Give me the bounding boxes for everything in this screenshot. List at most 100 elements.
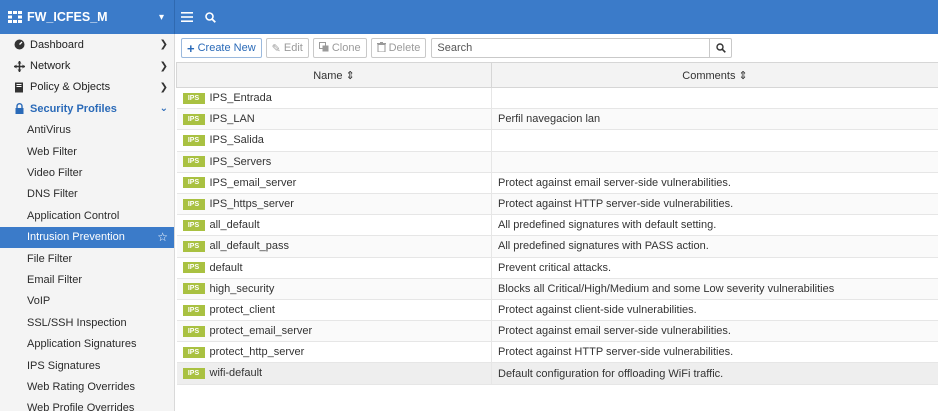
ips-badge: IPS [182, 92, 205, 104]
ips-badge: IPS [182, 283, 205, 295]
top-bar: FW_ICFES_M ▾ [0, 0, 938, 34]
ips-badge: IPS [182, 113, 205, 125]
table-row[interactable]: IPS IPS_Salida [176, 129, 938, 152]
sidebar: Dashboard ❯ Network ❯ Policy & Objects ❯… [0, 34, 175, 411]
sidebar-item-ssl-ssh-inspection[interactable]: SSL/SSH Inspection [0, 312, 174, 333]
table-row[interactable]: IPS wifi-default Default configuration for… [176, 362, 938, 385]
ips-badge: IPS [182, 135, 205, 147]
create-new-button[interactable]: + Create New [181, 38, 262, 58]
table-row[interactable]: IPS high_security Blocks all Critical/High… [176, 278, 938, 300]
sidebar-item-ips-signatures[interactable]: IPS Signatures [0, 355, 174, 376]
search-button[interactable] [709, 39, 731, 57]
sidebar-item-network[interactable]: Network ❯ [0, 55, 174, 76]
profile-name: high_security [209, 282, 275, 295]
profile-name-cell: IPS all_default_pass [176, 235, 492, 258]
sidebar-item-dns-filter[interactable]: DNS Filter [0, 184, 174, 205]
sidebar-item-web-rating-overrides[interactable]: Web Rating Overrides [0, 376, 174, 397]
clone-button[interactable]: Clone [312, 38, 367, 58]
clone-icon [318, 41, 329, 55]
profile-comment: Protect against HTTP server-side vulnera… [491, 193, 938, 216]
ips-badge: IPS [182, 262, 205, 274]
profile-name: IPS_Servers [209, 155, 272, 168]
lock-icon [12, 103, 26, 115]
profile-comment: Perfil navegacion lan [491, 108, 938, 131]
profile-name: wifi-default [209, 367, 263, 380]
table-row[interactable]: IPS IPS_Entrada [176, 87, 938, 110]
column-header-name[interactable]: Name ⇕ [176, 62, 492, 88]
profile-name: protect_http_server [209, 346, 305, 359]
policy-icon [12, 82, 26, 93]
sidebar-item-email-filter[interactable]: Email Filter [0, 269, 174, 290]
table-row[interactable]: IPS IPS_Servers [176, 151, 938, 173]
profile-comment: Protect against HTTP server-side vulnera… [491, 341, 938, 364]
profile-name: all_default [209, 219, 260, 232]
plus-icon: + [187, 40, 195, 56]
hamburger-icon [181, 12, 193, 22]
profile-comment: Prevent critical attacks. [491, 257, 938, 279]
trash-icon [376, 41, 386, 55]
profile-name: IPS_Entrada [209, 92, 272, 105]
global-search-button[interactable] [199, 0, 222, 34]
sidebar-item-intrusion-prevention[interactable]: Intrusion Prevention ☆ [0, 226, 174, 248]
chevron-right-icon: ❯ [159, 39, 168, 51]
profile-name-cell: IPS protect_email_server [176, 320, 492, 343]
profile-name: IPS_Salida [209, 134, 264, 147]
profile-name-cell: IPS IPS_https_server [176, 193, 492, 216]
sidebar-item-dashboard[interactable]: Dashboard ❯ [0, 34, 174, 55]
profile-comment: Protect against client-side vulnerabilit… [491, 299, 938, 322]
star-icon[interactable]: ☆ [157, 230, 168, 244]
profile-comment [491, 129, 938, 152]
profile-name: default [209, 261, 243, 274]
table-row[interactable]: IPS IPS_LAN Perfil navegacion lan [176, 108, 938, 131]
profile-comment [491, 87, 938, 110]
profile-comment [491, 151, 938, 173]
profile-name: IPS_LAN [209, 113, 255, 126]
sidebar-item-policy-objects[interactable]: Policy & Objects ❯ [0, 77, 174, 98]
profile-name-cell: IPS IPS_Salida [176, 129, 492, 152]
sidebar-item-web-filter[interactable]: Web Filter [0, 141, 174, 162]
table-row[interactable]: IPS all_default_pass All predefined signat… [176, 235, 938, 258]
sidebar-item-voip[interactable]: VoIP [0, 291, 174, 312]
profile-name: protect_email_server [209, 325, 313, 338]
sidebar-item-security-profiles[interactable]: Security Profiles ⌄ [0, 98, 174, 119]
sidebar-item-label: Network [30, 60, 71, 73]
sidebar-item-file-filter[interactable]: File Filter [0, 248, 174, 269]
chevron-right-icon: ❯ [159, 81, 168, 93]
sidebar-item-label: Dashboard [30, 38, 84, 51]
table-row[interactable]: IPS IPS_email_server Protect against email… [176, 172, 938, 194]
device-selector[interactable]: FW_ICFES_M ▾ [0, 0, 175, 34]
ips-badge: IPS [182, 304, 205, 316]
chevron-right-icon: ❯ [159, 60, 168, 72]
ips-badge: IPS [182, 325, 205, 337]
sidebar-item-antivirus[interactable]: AntiVirus [0, 120, 174, 141]
table-row[interactable]: IPS protect_email_server Protect against e… [176, 320, 938, 343]
table-row[interactable]: IPS all_default All predefined signatures … [176, 214, 938, 237]
table-row[interactable]: IPS IPS_https_server Protect against HTTP … [176, 193, 938, 216]
chevron-down-icon: ▾ [158, 11, 164, 23]
profile-comment: Blocks all Critical/High/Medium and some… [491, 278, 938, 300]
sidebar-item-video-filter[interactable]: Video Filter [0, 162, 174, 183]
column-header-comments[interactable]: Comments ⇕ [491, 62, 938, 88]
table-row[interactable]: IPS protect_client Protect against client-… [176, 299, 938, 322]
sidebar-item-application-signatures[interactable]: Application Signatures [0, 333, 174, 354]
search-box [431, 38, 733, 58]
search-input[interactable] [432, 39, 710, 57]
profile-comment: Protect against email server-side vulner… [491, 320, 938, 343]
profile-name-cell: IPS IPS_Servers [176, 151, 492, 173]
sidebar-item-web-profile-overrides[interactable]: Web Profile Overrides [0, 398, 174, 411]
profile-name: all_default_pass [209, 240, 290, 253]
edit-button[interactable]: ✎ Edit [265, 38, 309, 58]
profile-name: protect_client [209, 304, 275, 317]
sidebar-item-application-control[interactable]: Application Control [0, 205, 174, 226]
delete-button[interactable]: Delete [370, 38, 427, 58]
network-icon [12, 60, 26, 72]
profile-comment: All predefined signatures with PASS acti… [491, 235, 938, 258]
profile-name-cell: IPS protect_client [176, 299, 492, 322]
menu-toggle-button[interactable] [175, 0, 199, 34]
profile-name-cell: IPS high_security [176, 278, 492, 300]
table-row[interactable]: IPS protect_http_server Protect against HT… [176, 341, 938, 364]
table-row[interactable]: IPS default Prevent critical attacks. [176, 257, 938, 279]
ips-badge: IPS [182, 240, 205, 252]
profile-comment: All predefined signatures with default s… [491, 214, 938, 237]
profile-name-cell: IPS default [176, 257, 492, 279]
